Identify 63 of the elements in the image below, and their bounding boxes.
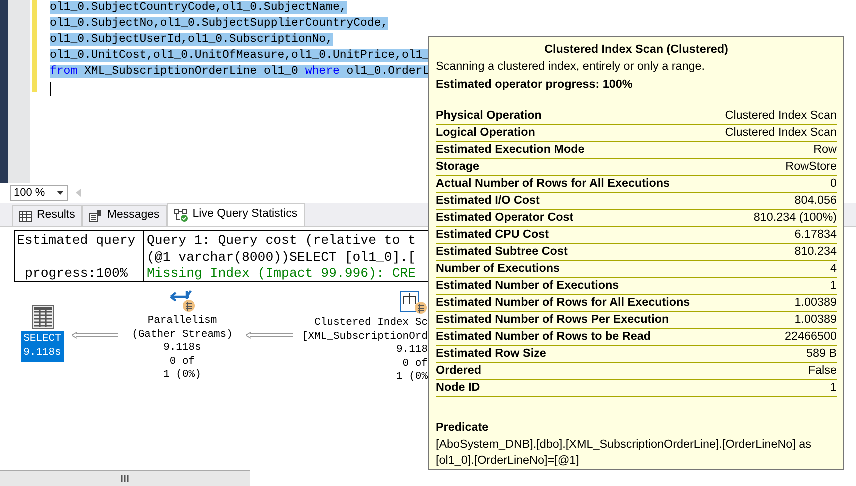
property-label: Logical Operation bbox=[436, 125, 536, 141]
diagram-icon bbox=[174, 208, 188, 222]
property-value: 0 bbox=[830, 176, 837, 192]
property-label: Estimated Number of Rows Per Execution bbox=[436, 312, 670, 328]
zoom-dropdown[interactable]: 100 % bbox=[10, 185, 68, 201]
message-line: Query 1: Query cost (relative to t bbox=[147, 233, 416, 250]
tooltip-description: Scanning a clustered index, entirely or only a range. bbox=[436, 59, 706, 75]
tooltip-status-line: Estimated operator progress: 100% bbox=[436, 77, 634, 93]
predicate-heading: Predicate bbox=[436, 420, 490, 436]
property-value: 22466500 bbox=[784, 329, 837, 345]
property-value: 1 bbox=[830, 278, 837, 294]
property-label: Estimated I/O Cost bbox=[436, 193, 540, 209]
property-label: Ordered bbox=[436, 363, 482, 379]
property-label: Estimated Number of Rows for All Executions bbox=[436, 295, 690, 311]
tab[interactable]: Results bbox=[12, 205, 82, 226]
property-label: Estimated Number of Rows to be Read bbox=[436, 329, 651, 345]
message-line: (@1 varchar(8000))SELECT [ol1_0].[ bbox=[147, 250, 416, 266]
flow-arrow bbox=[72, 332, 118, 339]
property-label: Node ID bbox=[436, 380, 480, 396]
property-value: 1.00389 bbox=[794, 295, 837, 311]
parallelism-icon[interactable] bbox=[168, 289, 196, 313]
property-label: Physical Operation bbox=[436, 108, 542, 124]
property-value: 804.056 bbox=[794, 193, 837, 209]
horizontal-scrollbar[interactable] bbox=[0, 470, 250, 486]
node-label[interactable]: Clustered Index Sc [XML_SubscriptionOrd 9.118 0 of 1 (0% bbox=[302, 317, 428, 384]
progress-value: progress:100% bbox=[24, 266, 129, 282]
tooltip-title: Clustered Index Scan (Clustered) bbox=[544, 42, 730, 58]
property-value: Clustered Index Scan bbox=[725, 108, 837, 124]
property-label: Estimated Row Size bbox=[436, 346, 546, 362]
property-label: Estimated Operator Cost bbox=[436, 210, 574, 226]
property-value: RowStore bbox=[786, 159, 837, 175]
property-value: 810.234 (100%) bbox=[754, 210, 837, 226]
property-value: 6.17834 bbox=[794, 227, 837, 243]
property-label: Estimated CPU Cost bbox=[436, 227, 550, 243]
selected-node-label[interactable]: SELECT 9.118s bbox=[20, 331, 64, 362]
property-value: 589 B bbox=[806, 346, 837, 362]
document-icon bbox=[89, 210, 102, 222]
node-label[interactable]: Parallelism (Gather Streams) 9.118s 0 of 1 (0%) bbox=[132, 315, 233, 382]
property-value: 1.00389 bbox=[794, 312, 837, 328]
tab[interactable]: Messages bbox=[82, 205, 167, 226]
index-scan-icon[interactable] bbox=[400, 289, 428, 315]
flow-arrow bbox=[246, 332, 293, 339]
text-cursor bbox=[50, 82, 51, 96]
property-label: Estimated Execution Mode bbox=[436, 142, 585, 158]
predicate-text: [AboSystem_DNB].[dbo].[XML_SubscriptionOrderLine].[OrderLineNo] as [ol1_0].[OrderLineNo]=[@1] bbox=[436, 437, 812, 469]
property-label: Actual Number of Rows for All Executions bbox=[436, 176, 670, 192]
property-value: False bbox=[808, 363, 837, 379]
property-label: Estimated Number of Executions bbox=[436, 278, 620, 294]
property-label: Number of Executions bbox=[436, 261, 560, 277]
property-value: Row bbox=[814, 142, 837, 158]
table-icon[interactable] bbox=[32, 305, 54, 329]
progress-label: Estimated query bbox=[17, 233, 137, 250]
property-value: 1 bbox=[830, 380, 837, 396]
property-value: Clustered Index Scan bbox=[725, 125, 837, 141]
property-label: Estimated Subtree Cost bbox=[436, 244, 568, 260]
grid-icon bbox=[19, 210, 32, 222]
caret-icon bbox=[57, 191, 64, 195]
missing-index-message: Missing Index (Impact 99.996): CRE bbox=[147, 266, 416, 282]
property-value: 810.234 bbox=[794, 244, 837, 260]
property-value: 4 bbox=[830, 261, 837, 277]
property-label: Storage bbox=[436, 159, 480, 175]
grip-icon bbox=[121, 475, 129, 482]
tab[interactable]: Live Query Statistics bbox=[166, 203, 305, 226]
